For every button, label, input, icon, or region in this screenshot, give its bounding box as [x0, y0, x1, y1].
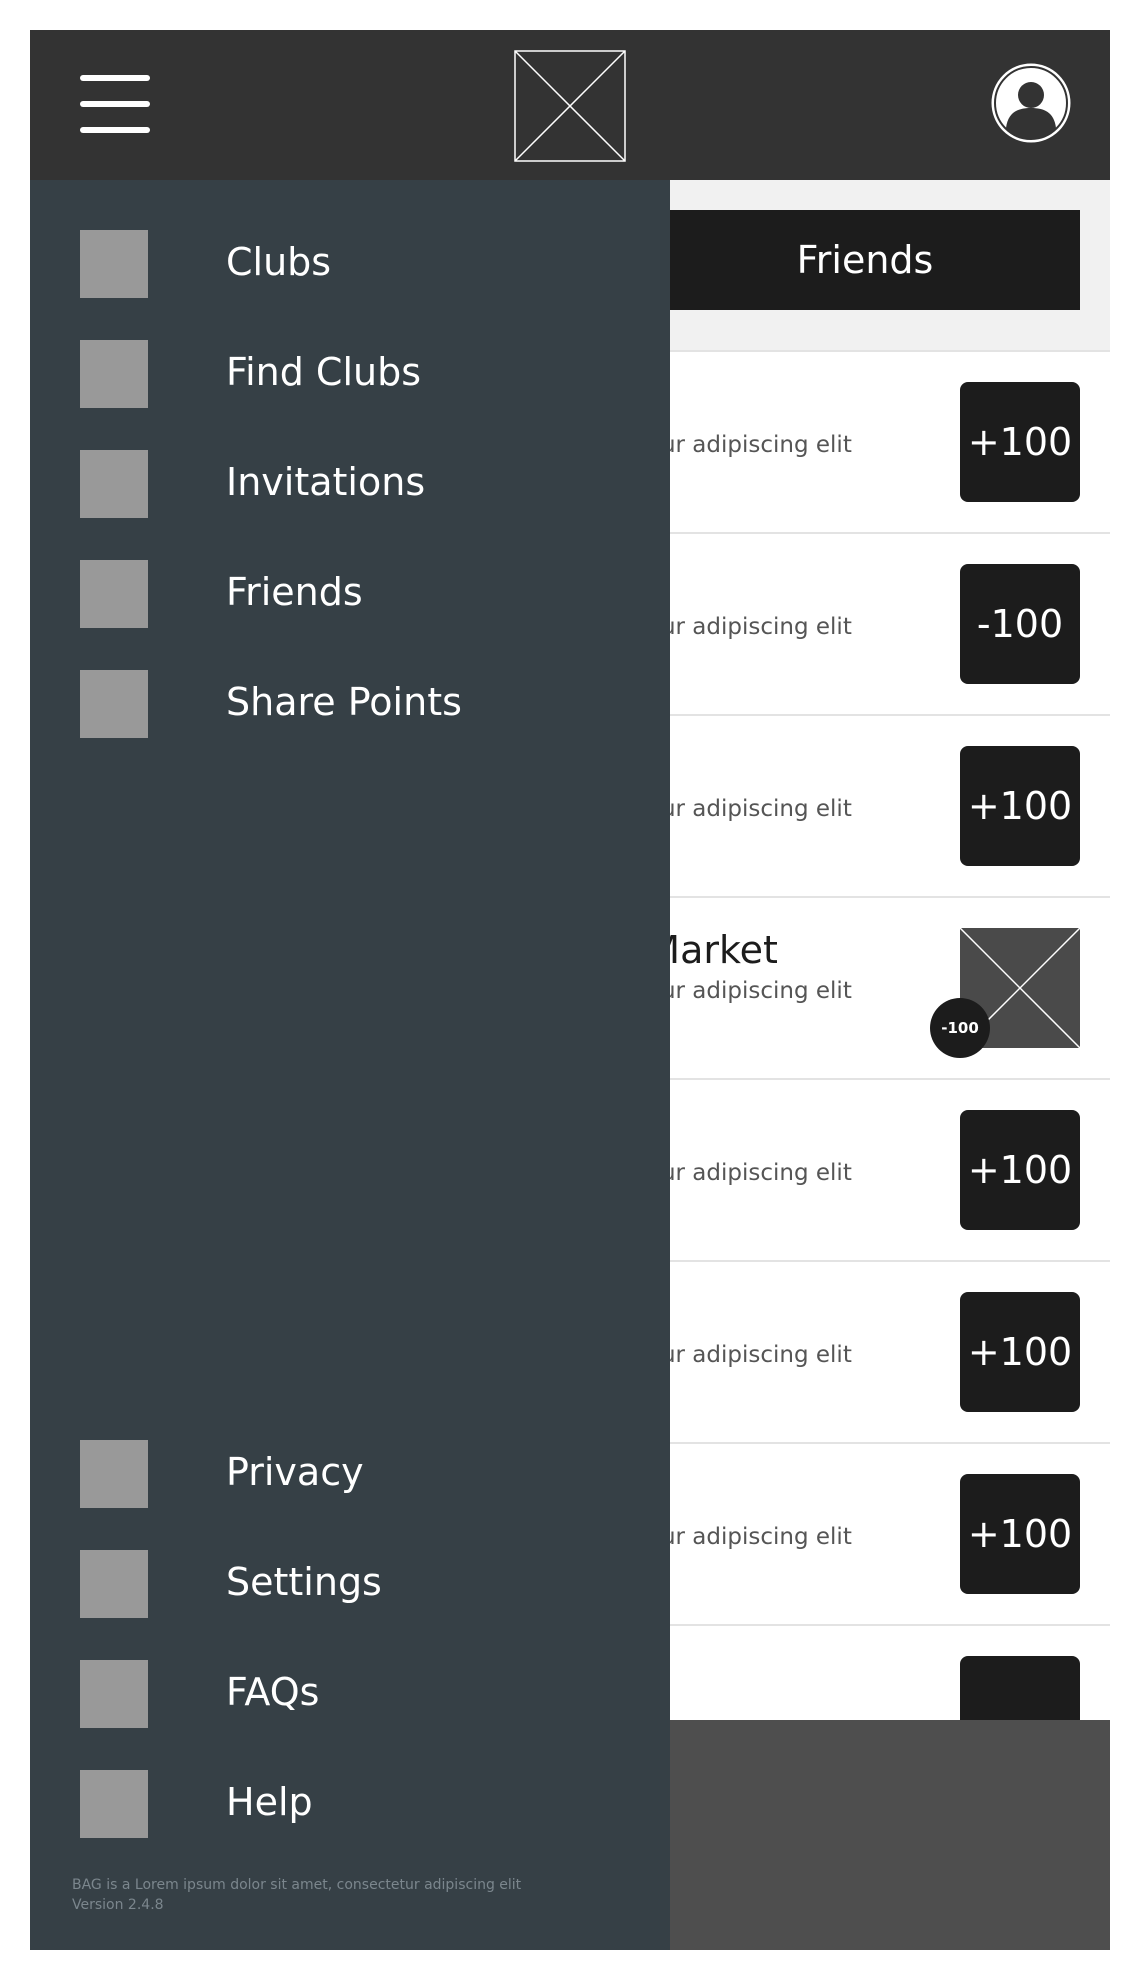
points-button[interactable]: +100	[960, 746, 1080, 866]
points-badge: -100	[930, 998, 990, 1058]
points-button[interactable]: +100	[960, 1110, 1080, 1230]
user-avatar-icon[interactable]	[990, 62, 1072, 144]
drawer-item-label: FAQs	[226, 1670, 320, 1714]
drawer-item-settings[interactable]: Settings	[80, 1550, 640, 1620]
drawer-item-label: Friends	[226, 570, 363, 614]
drawer-footer: BAG is a Lorem ipsum dolor sit amet, con…	[72, 1875, 521, 1915]
drawer-item-label: Find Clubs	[226, 350, 422, 394]
points-button[interactable]: +100	[960, 1474, 1080, 1594]
logo-placeholder-icon	[514, 50, 626, 162]
hamburger-icon[interactable]	[80, 75, 150, 133]
help-icon	[80, 1770, 148, 1838]
points-button[interactable]: +100	[960, 382, 1080, 502]
drawer-item-label: Clubs	[226, 240, 332, 284]
tab-friends[interactable]: Friends	[650, 210, 1080, 310]
drawer-item-label: Share Points	[226, 680, 462, 724]
friends-icon	[80, 560, 148, 628]
drawer-item-label: Privacy	[226, 1450, 364, 1494]
invitations-icon	[80, 450, 148, 518]
find-clubs-icon	[80, 340, 148, 408]
clubs-icon	[80, 230, 148, 298]
app-frame: Friends et sectetur adipiscing elit +100…	[30, 30, 1110, 1950]
points-button[interactable]: +100	[960, 1292, 1080, 1412]
share-points-icon	[80, 670, 148, 738]
drawer-item-label: Settings	[226, 1560, 382, 1604]
points-button[interactable]: -100	[960, 564, 1080, 684]
drawer-item-find-clubs[interactable]: Find Clubs	[80, 340, 640, 410]
drawer-footer-note: BAG is a Lorem ipsum dolor sit amet, con…	[72, 1877, 522, 1893]
drawer-item-help[interactable]: Help	[80, 1770, 640, 1840]
privacy-icon	[80, 1440, 148, 1508]
drawer-item-invitations[interactable]: Invitations	[80, 450, 640, 520]
drawer-item-share-points[interactable]: Share Points	[80, 670, 640, 740]
drawer-item-label: Invitations	[226, 460, 426, 504]
drawer-item-friends[interactable]: Friends	[80, 560, 640, 630]
settings-icon	[80, 1550, 148, 1618]
drawer-item-faqs[interactable]: FAQs	[80, 1660, 640, 1730]
navigation-drawer: Clubs Find Clubs Invitations Friends Sha…	[30, 180, 670, 1950]
drawer-item-clubs[interactable]: Clubs	[80, 230, 640, 300]
faqs-icon	[80, 1660, 148, 1728]
drawer-item-privacy[interactable]: Privacy	[80, 1440, 640, 1510]
top-bar	[30, 30, 1110, 180]
drawer-item-label: Help	[226, 1780, 313, 1824]
app-version: Version 2.4.8	[72, 1897, 164, 1913]
